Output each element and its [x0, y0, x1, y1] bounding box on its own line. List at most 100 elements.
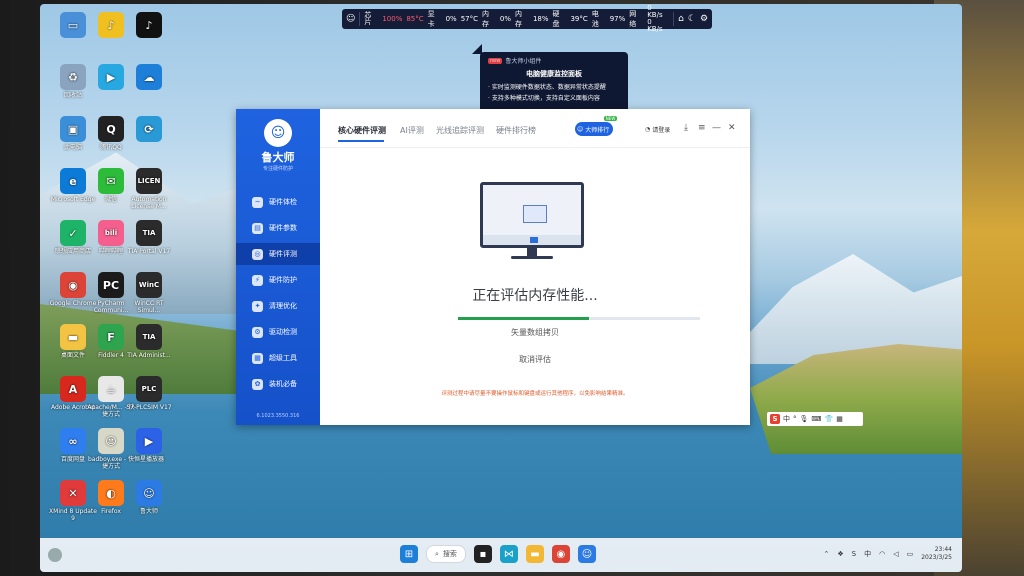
- moon-icon[interactable]: ☾: [688, 14, 696, 24]
- taskbar: ⊞ ⌕ 搜索 ▪ ⋈ ▬ ◉ ☺ ⌃ ❖ S 中 ◠ ◁ ▭ 23:44 202…: [40, 538, 962, 572]
- tooltip-brand: 鲁大师小组件: [505, 58, 542, 65]
- ime-mode[interactable]: 中: [783, 414, 790, 424]
- punctuation-icon[interactable]: °: [793, 415, 797, 423]
- ludashi-taskbar-icon[interactable]: ☺: [577, 545, 596, 563]
- net-down: 0 KB/s: [647, 18, 663, 33]
- chrome-icon[interactable]: ◉: [551, 545, 570, 563]
- desktop-icon-tia[interactable]: TIA TIA Portal V17: [124, 220, 174, 255]
- app-icon: ☺: [98, 428, 124, 454]
- app-icon: Q: [98, 116, 124, 142]
- avatar-icon: ☺: [577, 125, 584, 133]
- master-ranking-button[interactable]: ☺ 大师排行 NEW: [575, 116, 618, 136]
- sidebar-item-2[interactable]: ◎ 硬件评测: [236, 243, 320, 265]
- sidebar-item-6[interactable]: ▦ 超级工具: [236, 347, 320, 369]
- net-up: 0 KB/s: [647, 4, 663, 19]
- sidebar-item-label: 驱动检测: [269, 328, 297, 336]
- battery-usage: 97%: [609, 15, 626, 23]
- system-tray: ⌃ ❖ S 中 ◠ ◁ ▭ 23:44 2023/3/25: [824, 546, 953, 562]
- sidebar-item-3[interactable]: ⚡ 硬件防护: [236, 269, 320, 291]
- desktop-icon-license[interactable]: LICEN Automation License M...: [124, 168, 174, 210]
- app-icon: ☕: [98, 376, 124, 402]
- app-icon: TIA: [136, 324, 162, 350]
- desktop-icon-plcsim[interactable]: PLC S7-PLCSIM V17: [124, 376, 174, 411]
- app-slogan: 专注硬件防护: [262, 166, 293, 172]
- desktop-icon-2[interactable]: ⟳: [124, 116, 174, 144]
- skin-icon[interactable]: 👕: [825, 415, 834, 423]
- sidebar-item-label: 超级工具: [269, 354, 297, 362]
- tab-indicator: [338, 140, 384, 142]
- chevron-up-icon[interactable]: ⌃: [824, 550, 830, 558]
- tab-core-benchmark[interactable]: 核心硬件评测: [338, 125, 386, 136]
- progress-fill: [458, 317, 589, 320]
- cancel-benchmark-button[interactable]: 取消评估: [320, 354, 750, 365]
- net-stat: 0 KB/s 0 KB/s: [647, 5, 669, 33]
- home-icon[interactable]: ⌂: [678, 14, 684, 24]
- ime-toolbar[interactable]: S 中 ° 🎙 ⌨ 👕 ▦: [767, 412, 863, 426]
- desktop-icon-ludashi[interactable]: ☺ 鲁大师: [124, 480, 174, 515]
- app-icon: ✓: [60, 220, 86, 246]
- vscode-icon[interactable]: ⋈: [499, 545, 518, 563]
- desktop-icon-tiktok[interactable]: ♪: [124, 12, 174, 40]
- taskbar-search[interactable]: ⌕ 搜索: [426, 545, 466, 563]
- nav-icon: ▤: [252, 222, 263, 234]
- app-icon: ♻: [60, 64, 86, 90]
- widgets-icon[interactable]: [48, 548, 62, 562]
- settings-icon[interactable]: ⚙: [700, 14, 708, 24]
- minimize-icon[interactable]: —: [712, 123, 721, 133]
- user-icon: ◔: [645, 126, 651, 133]
- volume-icon[interactable]: ◁: [893, 550, 898, 558]
- desktop-icon-video[interactable]: ▶ 恒星播放器: [124, 428, 174, 463]
- explorer-icon[interactable]: ▬: [525, 545, 544, 563]
- tab-hardware-ranking[interactable]: 硬件排行榜: [496, 125, 536, 136]
- monitor-base: [511, 256, 553, 259]
- app-icon: ♪: [136, 12, 162, 38]
- start-icon[interactable]: ⊞: [400, 545, 418, 563]
- icon-label: TIA Administ...: [127, 352, 171, 359]
- tab-ai-benchmark[interactable]: AI评测: [400, 125, 424, 136]
- icon-label: Automation License M...: [131, 196, 167, 210]
- sidebar-item-4[interactable]: ✦ 清理优化: [236, 295, 320, 317]
- gpu-usage: 0%: [445, 15, 457, 23]
- hardware-monitor-bar[interactable]: ☺ 芯片 100% 85°C 显卡 0% 57°C 内存 0% 内存 18% 硬…: [342, 5, 712, 33]
- keyboard-icon[interactable]: ⌨: [811, 415, 821, 423]
- app-version: 6.1023.3550.316: [256, 413, 300, 419]
- sidebar-item-1[interactable]: ▤ 硬件参数: [236, 217, 320, 239]
- app-icon: ▣: [60, 116, 86, 142]
- gpu-label: 显卡: [427, 10, 435, 28]
- dropbox-icon[interactable]: ❖: [837, 550, 843, 558]
- mic-icon[interactable]: 🎙: [800, 415, 809, 423]
- login-button[interactable]: ◔ 请登录: [645, 125, 670, 134]
- sidebar-item-7[interactable]: ✿ 装机必备: [236, 373, 320, 395]
- icon-label: 鲁大师: [139, 508, 158, 515]
- cpu-stat: 芯片: [364, 12, 378, 26]
- taskview-icon[interactable]: ▪: [473, 545, 492, 563]
- app-icon: ✕: [60, 480, 86, 506]
- desktop-icon-wincc[interactable]: WinC WinCC RT Simul...: [124, 272, 174, 314]
- nav-icon: ~: [252, 196, 263, 208]
- sidebar-item-0[interactable]: ~ 硬件体检: [236, 191, 320, 213]
- tab-raytracing-benchmark[interactable]: 光线追踪评测: [436, 125, 484, 136]
- icon-label: WinCC RT Simul...: [134, 300, 164, 314]
- sogou-tray-icon[interactable]: S: [852, 550, 856, 558]
- desktop-icon-tiaadmin[interactable]: TIA TIA Administ...: [124, 324, 174, 359]
- desktop-icon-cloud[interactable]: ☁: [124, 64, 174, 92]
- new-badge: NEW: [603, 116, 618, 121]
- sidebar-item-5[interactable]: ⚙ 驱动检测: [236, 321, 320, 343]
- ime-tray-icon[interactable]: 中: [864, 549, 871, 559]
- grid-icon[interactable]: ▦: [836, 415, 843, 423]
- benchmark-status: 正在评估内存性能...: [472, 288, 598, 304]
- clock[interactable]: 23:44 2023/3/25: [921, 546, 952, 562]
- hdd-label: 硬盘: [552, 10, 560, 28]
- sidebar-item-label: 装机必备: [269, 380, 297, 388]
- app-icon: ♪: [98, 12, 124, 38]
- sidebar-item-label: 清理优化: [269, 302, 297, 310]
- sidebar-item-label: 硬件参数: [269, 224, 297, 232]
- battery-icon[interactable]: ▭: [907, 550, 914, 558]
- close-icon[interactable]: ✕: [728, 123, 736, 133]
- menu-icon[interactable]: ≡: [698, 123, 706, 133]
- gpu-temp: 57°C: [460, 15, 478, 23]
- app-icon: ✉: [98, 168, 124, 194]
- download-icon[interactable]: ⤓: [684, 123, 688, 133]
- wifi-icon[interactable]: ◠: [879, 550, 885, 558]
- app-icon: ☁: [136, 64, 162, 90]
